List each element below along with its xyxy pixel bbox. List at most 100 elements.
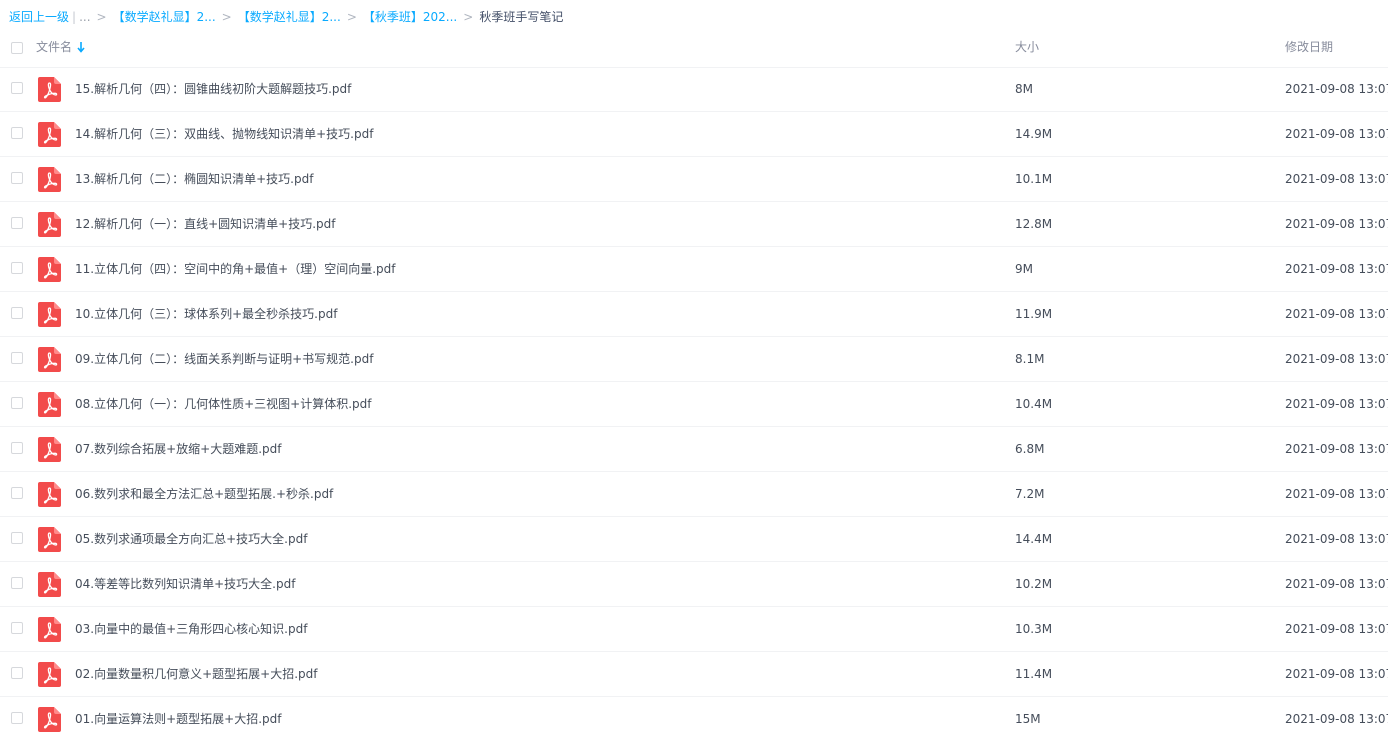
file-size: 15M <box>1015 712 1041 726</box>
column-header-name[interactable]: 文件名 <box>36 39 85 55</box>
file-name[interactable]: 13.解析几何（二）：椭圆知识清单+技巧.pdf <box>75 171 313 187</box>
file-date: 2021-09-08 13:07 <box>1285 487 1388 501</box>
pdf-file-icon <box>38 527 61 552</box>
file-date: 2021-09-08 13:07 <box>1285 622 1388 636</box>
file-list: 15.解析几何（四）：圆锥曲线初阶大题解题技巧.pdf 8M 2021-09-0… <box>0 67 1388 732</box>
row-checkbox[interactable] <box>11 487 23 499</box>
file-row[interactable]: 01.向量运算法则+题型拓展+大招.pdf 15M 2021-09-08 13:… <box>0 697 1388 732</box>
file-date: 2021-09-08 13:07 <box>1285 307 1388 321</box>
file-browser: 返回上一级 | ... > 【数学赵礼显】2... > 【数学赵礼显】2... … <box>0 0 1388 732</box>
file-date: 2021-09-08 13:07 <box>1285 532 1388 546</box>
file-date: 2021-09-08 13:07 <box>1285 712 1388 726</box>
file-row[interactable]: 15.解析几何（四）：圆锥曲线初阶大题解题技巧.pdf 8M 2021-09-0… <box>0 67 1388 112</box>
breadcrumb-ellipsis[interactable]: ... <box>79 8 90 26</box>
file-size: 10.1M <box>1015 172 1053 186</box>
column-header-name-label: 文件名 <box>36 40 73 54</box>
pdf-file-icon <box>38 392 61 417</box>
file-row[interactable]: 11.立体几何（四）：空间中的角+最值+（理）空间向量.pdf 9M 2021-… <box>0 247 1388 292</box>
row-checkbox[interactable] <box>11 397 23 409</box>
breadcrumb-item[interactable]: 【数学赵礼显】2... <box>238 8 341 26</box>
file-name[interactable]: 11.立体几何（四）：空间中的角+最值+（理）空间向量.pdf <box>75 261 395 277</box>
breadcrumb-current: 秋季班手写笔记 <box>479 10 564 24</box>
pdf-file-icon <box>38 257 61 282</box>
column-header-size[interactable]: 大小 <box>1015 39 1039 55</box>
select-all-checkbox[interactable] <box>11 42 23 54</box>
file-size: 10.4M <box>1015 397 1053 411</box>
file-name[interactable]: 08.立体几何（一）：几何体性质+三视图+计算体积.pdf <box>75 396 371 412</box>
file-name[interactable]: 04.等差等比数列知识清单+技巧大全.pdf <box>75 576 295 592</box>
pdf-file-icon <box>38 707 61 732</box>
file-name[interactable]: 15.解析几何（四）：圆锥曲线初阶大题解题技巧.pdf <box>75 81 351 97</box>
row-checkbox[interactable] <box>11 712 23 724</box>
pdf-file-icon <box>38 572 61 597</box>
pdf-file-icon <box>38 167 61 192</box>
file-size: 8.1M <box>1015 352 1045 366</box>
pdf-file-icon <box>38 302 61 327</box>
file-row[interactable]: 09.立体几何（二）：线面关系判断与证明+书写规范.pdf 8.1M 2021-… <box>0 337 1388 382</box>
file-row[interactable]: 02.向量数量积几何意义+题型拓展+大招.pdf 11.4M 2021-09-0… <box>0 652 1388 697</box>
row-checkbox[interactable] <box>11 307 23 319</box>
pdf-file-icon <box>38 437 61 462</box>
row-checkbox[interactable] <box>11 532 23 544</box>
file-size: 10.3M <box>1015 622 1053 636</box>
file-name[interactable]: 03.向量中的最值+三角形四心核心知识.pdf <box>75 621 307 637</box>
file-size: 14.9M <box>1015 127 1053 141</box>
file-row[interactable]: 08.立体几何（一）：几何体性质+三视图+计算体积.pdf 10.4M 2021… <box>0 382 1388 427</box>
breadcrumb: 返回上一级 | ... > 【数学赵礼显】2... > 【数学赵礼显】2... … <box>9 8 563 26</box>
pdf-file-icon <box>38 347 61 372</box>
row-checkbox[interactable] <box>11 577 23 589</box>
file-name[interactable]: 01.向量运算法则+题型拓展+大招.pdf <box>75 711 281 727</box>
column-header-date[interactable]: 修改日期 <box>1285 39 1333 55</box>
file-size: 12.8M <box>1015 217 1053 231</box>
file-date: 2021-09-08 13:07 <box>1285 352 1388 366</box>
file-row[interactable]: 13.解析几何（二）：椭圆知识清单+技巧.pdf 10.1M 2021-09-0… <box>0 157 1388 202</box>
row-checkbox[interactable] <box>11 262 23 274</box>
file-name[interactable]: 10.立体几何（三）：球体系列+最全秒杀技巧.pdf <box>75 306 337 322</box>
pdf-file-icon <box>38 482 61 507</box>
file-row[interactable]: 04.等差等比数列知识清单+技巧大全.pdf 10.2M 2021-09-08 … <box>0 562 1388 607</box>
chevron-right-icon: > <box>463 10 474 24</box>
row-checkbox[interactable] <box>11 442 23 454</box>
file-name[interactable]: 07.数列综合拓展+放缩+大题难题.pdf <box>75 441 281 457</box>
row-checkbox[interactable] <box>11 82 23 94</box>
file-row[interactable]: 10.立体几何（三）：球体系列+最全秒杀技巧.pdf 11.9M 2021-09… <box>0 292 1388 337</box>
breadcrumb-item[interactable]: 【秋季班】202... <box>363 8 457 26</box>
file-size: 10.2M <box>1015 577 1053 591</box>
file-name[interactable]: 14.解析几何（三）：双曲线、抛物线知识清单+技巧.pdf <box>75 126 373 142</box>
file-date: 2021-09-08 13:07 <box>1285 577 1388 591</box>
file-date: 2021-09-08 13:07 <box>1285 127 1388 141</box>
file-date: 2021-09-08 13:07 <box>1285 172 1388 186</box>
file-size: 7.2M <box>1015 487 1045 501</box>
file-name[interactable]: 06.数列求和最全方法汇总+题型拓展.+秒杀.pdf <box>75 486 333 502</box>
file-date: 2021-09-08 13:07 <box>1285 262 1388 276</box>
file-row[interactable]: 12.解析几何（一）：直线+圆知识清单+技巧.pdf 12.8M 2021-09… <box>0 202 1388 247</box>
breadcrumb-item[interactable]: 【数学赵礼显】2... <box>113 8 216 26</box>
file-name[interactable]: 02.向量数量积几何意义+题型拓展+大招.pdf <box>75 666 317 682</box>
file-row[interactable]: 03.向量中的最值+三角形四心核心知识.pdf 10.3M 2021-09-08… <box>0 607 1388 652</box>
row-checkbox[interactable] <box>11 217 23 229</box>
file-date: 2021-09-08 13:07 <box>1285 667 1388 681</box>
file-row[interactable]: 14.解析几何（三）：双曲线、抛物线知识清单+技巧.pdf 14.9M 2021… <box>0 112 1388 157</box>
row-checkbox[interactable] <box>11 172 23 184</box>
file-size: 6.8M <box>1015 442 1045 456</box>
file-name[interactable]: 12.解析几何（一）：直线+圆知识清单+技巧.pdf <box>75 216 335 232</box>
row-checkbox[interactable] <box>11 127 23 139</box>
pdf-file-icon <box>38 212 61 237</box>
file-name[interactable]: 05.数列求通项最全方向汇总+技巧大全.pdf <box>75 531 307 547</box>
pdf-file-icon <box>38 122 61 147</box>
pdf-file-icon <box>38 617 61 642</box>
file-row[interactable]: 07.数列综合拓展+放缩+大题难题.pdf 6.8M 2021-09-08 13… <box>0 427 1388 472</box>
row-checkbox[interactable] <box>11 667 23 679</box>
row-checkbox[interactable] <box>11 622 23 634</box>
arrow-down-icon[interactable] <box>77 41 85 53</box>
file-date: 2021-09-08 13:07 <box>1285 397 1388 411</box>
file-date: 2021-09-08 13:07 <box>1285 217 1388 231</box>
back-link[interactable]: 返回上一级 <box>9 8 69 26</box>
file-row[interactable]: 05.数列求通项最全方向汇总+技巧大全.pdf 14.4M 2021-09-08… <box>0 517 1388 562</box>
file-row[interactable]: 06.数列求和最全方法汇总+题型拓展.+秒杀.pdf 7.2M 2021-09-… <box>0 472 1388 517</box>
file-name[interactable]: 09.立体几何（二）：线面关系判断与证明+书写规范.pdf <box>75 351 373 367</box>
file-size: 11.4M <box>1015 667 1053 681</box>
file-size: 11.9M <box>1015 307 1053 321</box>
row-checkbox[interactable] <box>11 352 23 364</box>
chevron-right-icon: > <box>96 10 107 24</box>
